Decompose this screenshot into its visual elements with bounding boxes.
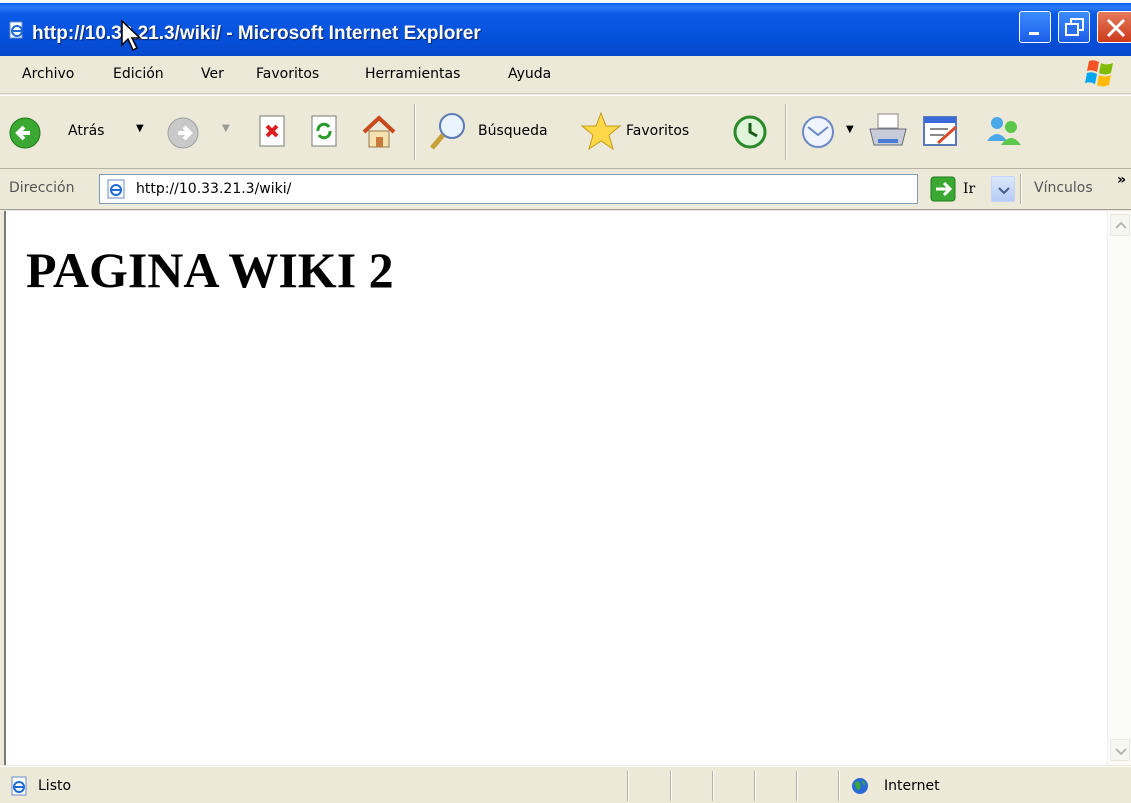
status-divider [838, 771, 840, 801]
go-button[interactable]: Ir [963, 181, 975, 197]
title-bar[interactable]: http://10.33.21.3/wiki/ - Microsoft Inte… [0, 0, 1131, 56]
page-heading: PAGINA WIKI 2 [26, 242, 394, 298]
vertical-scrollbar[interactable] [1107, 211, 1131, 765]
address-bar: Dirección http://10.33.21.3/wiki/ Ir Vín… [0, 170, 1131, 210]
close-button[interactable] [1097, 11, 1131, 43]
messenger-icon[interactable] [982, 111, 1026, 151]
status-bar: Listo Internet [0, 766, 1131, 803]
back-label: Atrás [68, 123, 105, 139]
status-divider [670, 771, 672, 801]
go-arrow-icon[interactable] [930, 176, 956, 202]
menu-edicion[interactable]: Edición [113, 66, 164, 82]
search-button[interactable]: Búsqueda [428, 96, 570, 170]
home-icon[interactable] [360, 113, 398, 151]
links-label[interactable]: Vínculos [1034, 180, 1093, 196]
print-icon[interactable] [866, 111, 910, 151]
edit-icon[interactable] [920, 113, 962, 151]
favorites-star-icon [580, 111, 622, 151]
status-divider [712, 771, 714, 801]
ie-page-icon [107, 179, 125, 199]
toolbar-separator [785, 104, 787, 160]
scroll-up-button[interactable] [1110, 214, 1130, 236]
window-title: http://10.33.21.3/wiki/ - Microsoft Inte… [32, 23, 481, 44]
address-label: Dirección [9, 180, 75, 196]
menu-bar: Archivo Edición Ver Favoritos Herramient… [0, 56, 1131, 94]
scroll-down-button[interactable] [1110, 739, 1130, 761]
address-input[interactable]: http://10.33.21.3/wiki/ [99, 174, 1015, 204]
favorites-label: Favoritos [626, 123, 690, 139]
minimize-button[interactable] [1019, 11, 1051, 43]
ie-page-icon [9, 21, 23, 39]
ie-page-icon [11, 776, 27, 796]
status-divider [796, 771, 798, 801]
chevron-down-icon [998, 187, 1010, 195]
restore-button[interactable] [1058, 11, 1090, 43]
menu-ver[interactable]: Ver [201, 66, 224, 82]
history-icon[interactable] [731, 113, 769, 151]
address-url: http://10.33.21.3/wiki/ [136, 181, 292, 197]
back-dropdown-icon[interactable]: ▼ [136, 123, 144, 134]
menu-archivo[interactable]: Archivo [22, 66, 74, 82]
search-magnifier-icon [430, 113, 465, 150]
forward-arrow-icon [167, 117, 199, 149]
forward-dropdown-icon[interactable]: ▼ [222, 123, 230, 134]
refresh-icon[interactable] [309, 114, 341, 150]
back-button[interactable]: Atrás ▼ [8, 96, 154, 170]
mail-icon[interactable] [800, 113, 840, 151]
favorites-button[interactable]: Favoritos [580, 96, 714, 170]
standard-toolbar: Atrás ▼ ▼ Búsqueda Favoritos ▼ [0, 95, 1131, 169]
menu-ayuda[interactable]: Ayuda [508, 66, 551, 82]
forward-button[interactable]: ▼ [166, 96, 236, 170]
menu-favoritos[interactable]: Favoritos [256, 66, 319, 82]
chevron-up-icon [1115, 221, 1127, 229]
status-text: Listo [38, 778, 72, 794]
minimize-icon [1029, 32, 1039, 35]
address-separator [1020, 174, 1022, 204]
security-zone: Internet [884, 778, 940, 794]
mouse-pointer-icon [121, 19, 142, 52]
links-chevron[interactable]: » [1117, 172, 1126, 188]
chevron-down-icon [1115, 748, 1127, 756]
globe-icon [852, 778, 868, 794]
status-divider [627, 771, 629, 801]
status-divider [754, 771, 756, 801]
mail-dropdown-icon[interactable]: ▼ [846, 124, 854, 135]
address-dropdown-button[interactable] [991, 176, 1015, 202]
restore-icon [1065, 18, 1084, 36]
menu-herramientas[interactable]: Herramientas [365, 66, 460, 82]
search-label: Búsqueda [478, 123, 548, 139]
back-arrow-icon [9, 117, 41, 149]
page-viewport: PAGINA WIKI 2 [4, 211, 1107, 765]
windows-logo-icon [1085, 60, 1113, 87]
toolbar-separator [414, 104, 416, 160]
stop-icon[interactable] [257, 114, 289, 150]
close-icon [1106, 18, 1126, 38]
